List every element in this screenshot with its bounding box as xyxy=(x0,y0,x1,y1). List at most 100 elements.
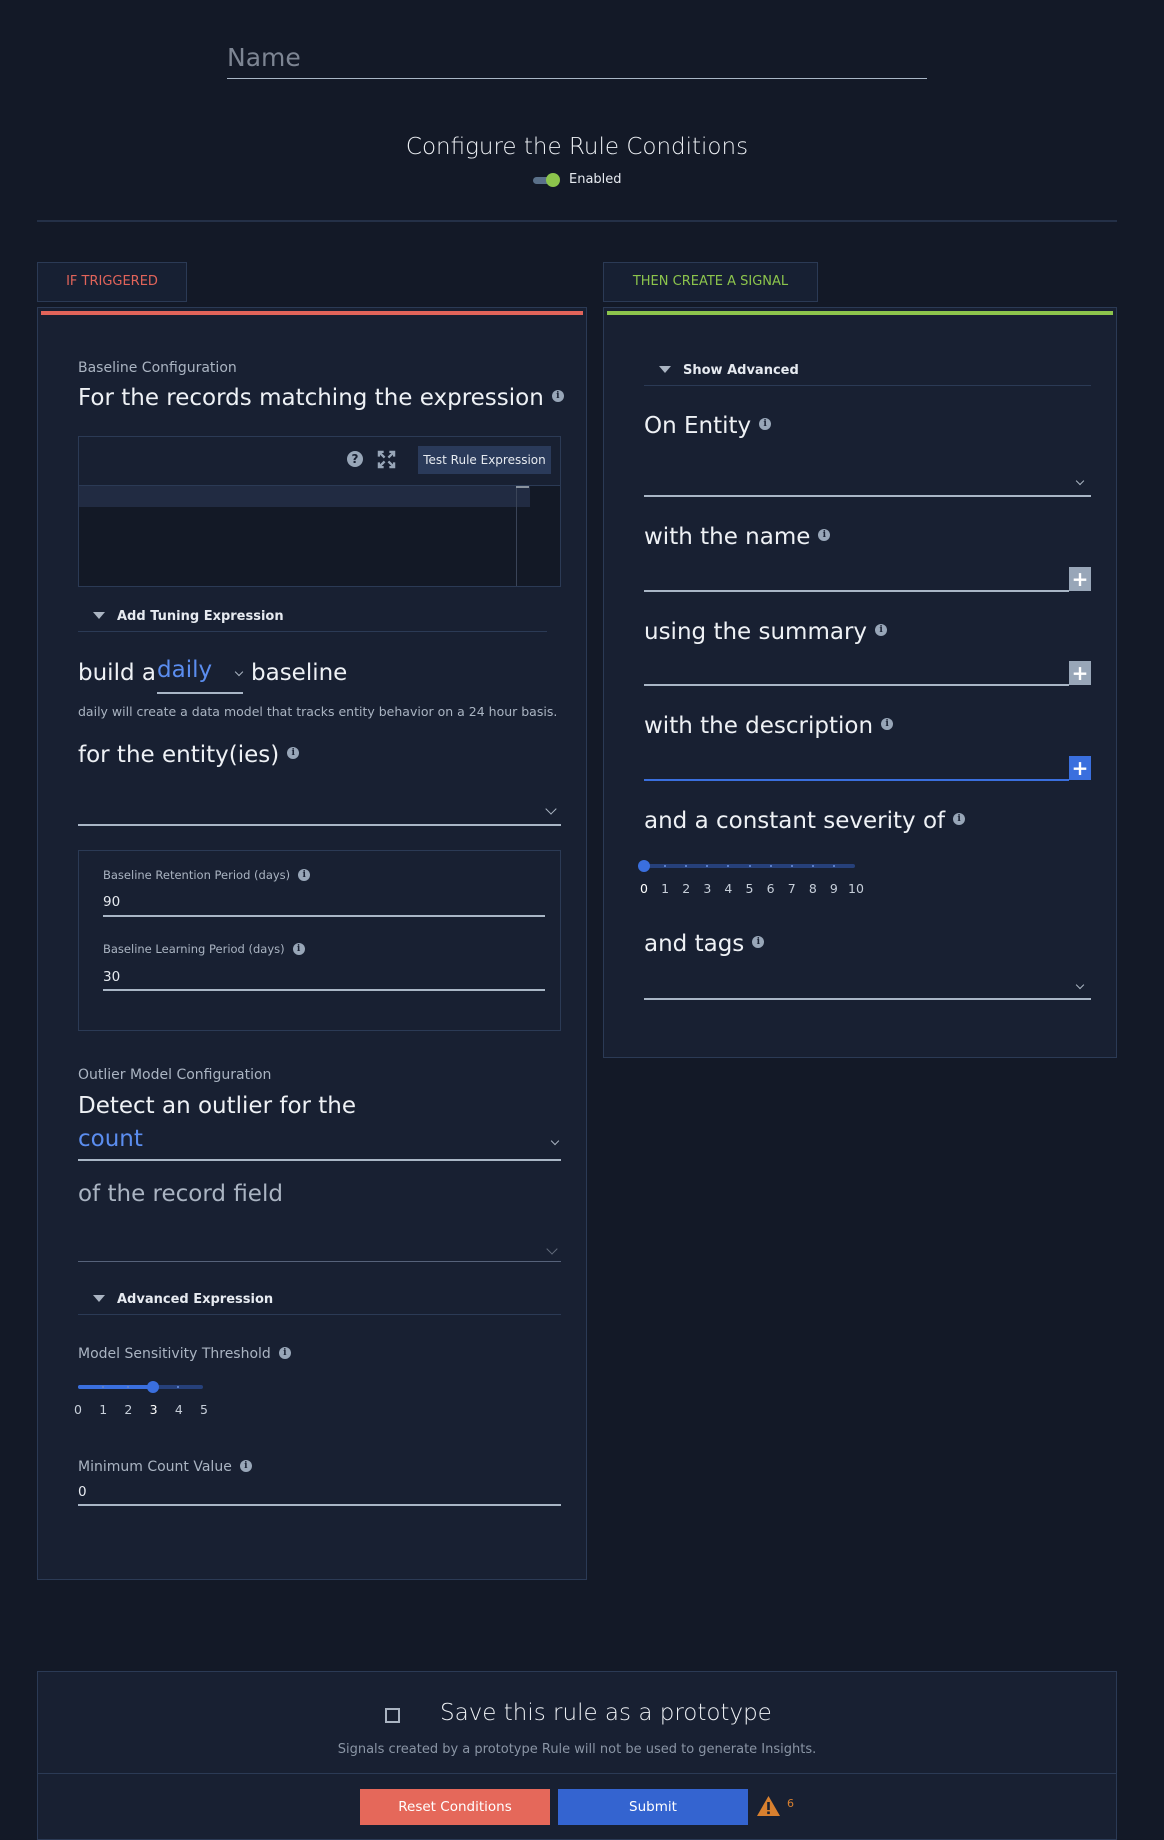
severity-heading-text: and a constant severity of xyxy=(644,808,946,834)
active-line-highlight xyxy=(79,486,530,507)
summary-input[interactable] xyxy=(644,655,1069,685)
advanced-divider xyxy=(78,1314,561,1315)
severity-slider-tick-label: 0 xyxy=(640,881,648,896)
test-rule-expression-button[interactable]: Test Rule Expression xyxy=(418,446,551,474)
severity-slider-step-dot xyxy=(790,865,793,867)
header-divider xyxy=(37,220,1117,222)
outlier-heading: Detect an outlier for the xyxy=(78,1093,357,1119)
severity-slider-handle[interactable] xyxy=(638,860,650,872)
code-editor-area[interactable] xyxy=(79,485,560,586)
on-entity-underline xyxy=(644,495,1091,497)
severity-slider-tick-label: 3 xyxy=(703,881,712,896)
retention-label: Baseline Retention Period (days) i xyxy=(103,868,311,882)
severity-slider-step-dot xyxy=(685,865,688,867)
signal-name-insert-button[interactable]: + xyxy=(1069,567,1091,591)
sensitivity-label: Model Sensitivity Threshold i xyxy=(78,1346,291,1362)
baseline-config-label: Baseline Configuration xyxy=(78,360,237,376)
rule-expression-editor: ? Test Rule Expression xyxy=(78,436,561,587)
description-heading: with the description i xyxy=(644,713,894,739)
outlier-aggregation-select[interactable] xyxy=(78,1159,561,1161)
baseline-period-select[interactable] xyxy=(157,692,243,694)
on-entity-heading-text: On Entity xyxy=(644,413,752,439)
add-tuning-expression-label: Add Tuning Expression xyxy=(117,609,284,624)
summary-heading-text: using the summary xyxy=(644,619,868,645)
info-icon[interactable]: i xyxy=(759,417,772,430)
expand-icon[interactable] xyxy=(377,450,396,469)
signal-name-heading-text: with the name xyxy=(644,524,811,550)
sensitivity-slider-tick-label: 1 xyxy=(99,1402,108,1417)
scrollbar-thumb[interactable] xyxy=(516,486,529,488)
signal-name-input[interactable] xyxy=(644,560,1069,590)
min-count-underline xyxy=(78,1504,561,1506)
info-icon[interactable]: i xyxy=(881,717,894,730)
info-icon[interactable]: i xyxy=(298,868,311,881)
info-icon[interactable]: i xyxy=(551,389,564,402)
add-tuning-expression-toggle[interactable]: Add Tuning Expression xyxy=(93,609,284,624)
prototype-label: Save this rule as a prototype xyxy=(440,1700,772,1726)
if-triggered-tab: IF TRIGGERED xyxy=(37,262,187,302)
outlier-aggregation-select-value[interactable]: count xyxy=(78,1126,143,1152)
sensitivity-tick-labels: 0 1 2 3 4 5 xyxy=(71,1402,211,1420)
rule-name-input[interactable] xyxy=(227,36,927,79)
learning-input[interactable]: 30 xyxy=(103,969,120,985)
description-input[interactable] xyxy=(644,749,1069,779)
learning-underline xyxy=(103,989,545,991)
info-icon[interactable]: i xyxy=(818,528,831,541)
sensitivity-slider-tick-label: 2 xyxy=(124,1402,133,1417)
advanced-expression-label: Advanced Expression xyxy=(117,1292,274,1307)
editor-scrollbar[interactable] xyxy=(516,486,517,586)
sensitivity-label-text: Model Sensitivity Threshold xyxy=(78,1346,271,1362)
then-create-signal-tab: THEN CREATE A SIGNAL xyxy=(603,262,818,302)
tags-select[interactable] xyxy=(644,965,1091,999)
info-icon[interactable]: i xyxy=(752,935,765,948)
advanced-expression-toggle[interactable]: Advanced Expression xyxy=(93,1292,273,1307)
info-icon[interactable]: i xyxy=(239,1460,252,1472)
on-entity-select[interactable] xyxy=(644,462,1091,496)
info-icon[interactable]: i xyxy=(953,812,966,825)
learning-label: Baseline Learning Period (days) i xyxy=(103,942,305,956)
sensitivity-slider[interactable] xyxy=(78,1380,203,1394)
entity-heading-text: for the entity(ies) xyxy=(78,742,280,768)
sensitivity-slider-tick-label: 0 xyxy=(74,1402,82,1417)
warning-icon[interactable] xyxy=(756,1795,781,1817)
summary-insert-button[interactable]: + xyxy=(1069,661,1091,685)
signal-name-heading: with the name i xyxy=(644,524,831,550)
tags-underline xyxy=(644,998,1091,1000)
entity-select-underline xyxy=(78,824,561,826)
submit-button[interactable]: Submit xyxy=(558,1789,748,1825)
severity-slider-step-dot xyxy=(706,865,709,867)
prototype-checkbox[interactable] xyxy=(385,1708,400,1723)
outlier-config-label: Outlier Model Configuration xyxy=(78,1067,272,1083)
warning-count: 6 xyxy=(787,1797,794,1810)
sensitivity-slider-handle[interactable] xyxy=(147,1381,159,1393)
enabled-toggle[interactable] xyxy=(533,173,561,187)
build-prefix: build a xyxy=(78,660,156,686)
entity-select[interactable] xyxy=(78,790,561,824)
min-count-input[interactable]: 0 xyxy=(78,1484,87,1500)
retention-underline xyxy=(103,915,545,917)
description-insert-button[interactable]: + xyxy=(1069,756,1091,780)
retention-input[interactable]: 90 xyxy=(103,894,120,910)
severity-slider-step-dot xyxy=(769,865,772,867)
severity-slider-tick-label: 7 xyxy=(787,881,796,896)
severity-slider-step-dot xyxy=(811,865,814,867)
footer-divider xyxy=(37,1773,1117,1774)
tags-heading: and tags i xyxy=(644,931,765,957)
reset-conditions-button[interactable]: Reset Conditions xyxy=(360,1789,550,1825)
caret-down-icon xyxy=(93,1295,105,1302)
summary-heading: using the summary i xyxy=(644,619,888,645)
info-icon[interactable]: i xyxy=(278,1347,291,1359)
question-circle-icon[interactable]: ? xyxy=(347,451,363,467)
sensitivity-slider-tick-label: 5 xyxy=(200,1402,208,1417)
caret-down-icon xyxy=(93,612,105,619)
info-icon[interactable]: i xyxy=(875,623,888,636)
baseline-period-select-value[interactable]: daily xyxy=(157,657,212,683)
severity-slider-tick-label: 9 xyxy=(829,881,838,896)
description-underline xyxy=(644,779,1069,781)
build-suffix: baseline xyxy=(251,660,348,686)
show-advanced-toggle[interactable]: Show Advanced xyxy=(659,363,799,378)
info-icon[interactable]: i xyxy=(292,942,305,955)
record-field-select[interactable] xyxy=(78,1228,561,1262)
severity-slider[interactable] xyxy=(638,859,855,873)
info-icon[interactable]: i xyxy=(287,746,300,759)
